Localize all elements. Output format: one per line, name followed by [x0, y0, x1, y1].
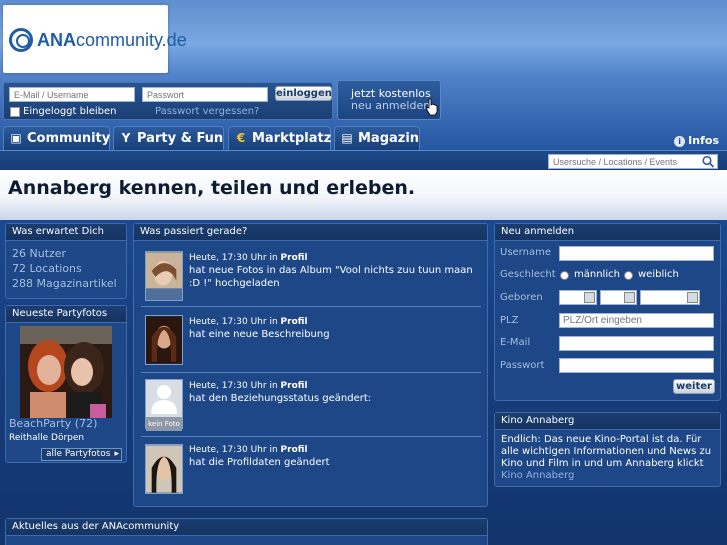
- register-title: Neu anmelden: [495, 224, 720, 241]
- male-radio[interactable]: [560, 271, 569, 280]
- logo-icon: [9, 28, 33, 52]
- username-field[interactable]: [559, 246, 714, 261]
- dropdown-arrow-icon: [687, 292, 698, 303]
- email-label: E-Mail: [500, 337, 531, 348]
- tab-magazin[interactable]: ▤ Magazin: [334, 126, 420, 150]
- female-label: weiblich: [638, 269, 679, 280]
- expect-panel: Was erwartet Dich 26 Nutzer 72 Locations…: [5, 223, 127, 299]
- euro-icon: €: [236, 131, 246, 145]
- dropdown-arrow-icon: [584, 292, 595, 303]
- search-input[interactable]: [548, 154, 718, 169]
- party-photo[interactable]: [20, 326, 112, 418]
- birthdate-label: Geboren: [500, 292, 543, 303]
- magazine-icon: ▤: [341, 131, 353, 145]
- feed-divider: [141, 372, 481, 373]
- stay-logged-in-label: Eingeloggt bleiben: [23, 106, 117, 117]
- birth-month-select[interactable]: [600, 290, 637, 305]
- no-photo-avatar[interactable]: kein Foto: [145, 379, 183, 431]
- feed-item-meta: Heute, 17:30 Uhr in Profil: [189, 253, 308, 263]
- expect-title: Was erwartet Dich: [6, 224, 126, 241]
- stat-articles[interactable]: 288 Magazinartikel: [12, 276, 126, 291]
- tab-marktplatz[interactable]: € Marktplatz: [228, 126, 331, 150]
- cocktail-icon: Y: [121, 131, 131, 145]
- feed-divider: [141, 306, 481, 307]
- feed-item-text: hat die Profildaten geändert: [189, 457, 330, 468]
- email-field[interactable]: [9, 87, 135, 102]
- feed-item-text: hat neue Fotos in das Album "Vool nichts…: [189, 265, 473, 289]
- register-email-field[interactable]: [559, 336, 714, 351]
- kino-panel: Kino Annaberg Endlich: Das neue Kino-Por…: [494, 412, 721, 487]
- profile-link[interactable]: Profil: [281, 317, 308, 327]
- login-button[interactable]: einloggen: [275, 86, 332, 101]
- profile-link[interactable]: Profil: [281, 253, 308, 263]
- forgot-password-link[interactable]: Passwort vergessen?: [155, 106, 259, 117]
- tab-party-fun[interactable]: Y Party & Fun: [113, 126, 224, 150]
- arrow-right-icon: ▸: [114, 449, 119, 459]
- page-title: Annaberg kennen, teilen und erleben.: [8, 177, 416, 199]
- photo-caption[interactable]: BeachParty (72): [9, 417, 97, 430]
- party-photos-title: Neueste Partyfotos: [6, 306, 126, 323]
- password-field[interactable]: [142, 87, 268, 102]
- next-button[interactable]: weiter: [673, 379, 715, 394]
- register-line-2: neu anmelden: [351, 99, 431, 112]
- dropdown-arrow-icon: [624, 292, 635, 303]
- feed-item-meta: Heute, 17:30 Uhr in Profil: [189, 381, 308, 391]
- birth-year-select[interactable]: [640, 290, 700, 305]
- zip-field[interactable]: [559, 313, 714, 328]
- username-label: Username: [500, 247, 551, 258]
- user-avatar[interactable]: [145, 251, 183, 301]
- kino-text: Endlich: Das neue Kino-Portal ist da. Fü…: [501, 434, 712, 481]
- feed-item-meta: Heute, 17:30 Uhr in Profil: [189, 317, 308, 327]
- user-avatar[interactable]: [145, 444, 183, 494]
- gender-label: Geschlecht: [500, 269, 556, 280]
- photo-venue: Reithalle Dörpen: [9, 433, 85, 443]
- activity-feed-title: Was passiert gerade?: [134, 224, 487, 241]
- zip-label: PLZ: [500, 315, 519, 326]
- feed-divider: [141, 436, 481, 437]
- stat-users[interactable]: 26 Nutzer: [12, 246, 126, 261]
- community-icon: ▣: [10, 131, 22, 145]
- kino-title: Kino Annaberg: [495, 413, 720, 430]
- male-label: männlich: [574, 269, 620, 280]
- news-panel: Aktuelles aus der ANAcommunity: [5, 518, 488, 545]
- birth-day-select[interactable]: [559, 290, 597, 305]
- no-photo-label: kein Foto: [146, 417, 182, 431]
- user-silhouette-icon: [151, 385, 177, 414]
- feed-item-meta: Heute, 17:30 Uhr in Profil: [189, 445, 308, 455]
- female-radio[interactable]: [624, 271, 633, 280]
- hand-cursor-icon: [426, 98, 438, 116]
- news-title: Aktuelles aus der ANAcommunity: [6, 519, 487, 536]
- stay-logged-in-checkbox[interactable]: [10, 107, 20, 117]
- tab-community[interactable]: ▣ Community: [3, 126, 110, 150]
- profile-link[interactable]: Profil: [281, 445, 308, 455]
- register-password-label: Passwort: [500, 360, 545, 371]
- user-avatar[interactable]: [145, 315, 183, 365]
- feed-item-text: hat den Beziehungsstatus geändert:: [189, 393, 372, 404]
- logo-text: ANAcommunity.de: [37, 30, 187, 50]
- all-photos-button[interactable]: alle Partyfotos ▸: [41, 448, 122, 461]
- profile-link[interactable]: Profil: [281, 381, 308, 391]
- search-icon[interactable]: [701, 155, 715, 168]
- stat-locations[interactable]: 72 Locations: [12, 261, 126, 276]
- infos-link[interactable]: i Infos: [674, 134, 719, 147]
- register-password-field[interactable]: [559, 358, 714, 373]
- feed-item-text: hat eine neue Beschreibung: [189, 329, 330, 340]
- info-icon: i: [674, 136, 686, 147]
- kino-link[interactable]: Kino Annaberg: [501, 470, 574, 481]
